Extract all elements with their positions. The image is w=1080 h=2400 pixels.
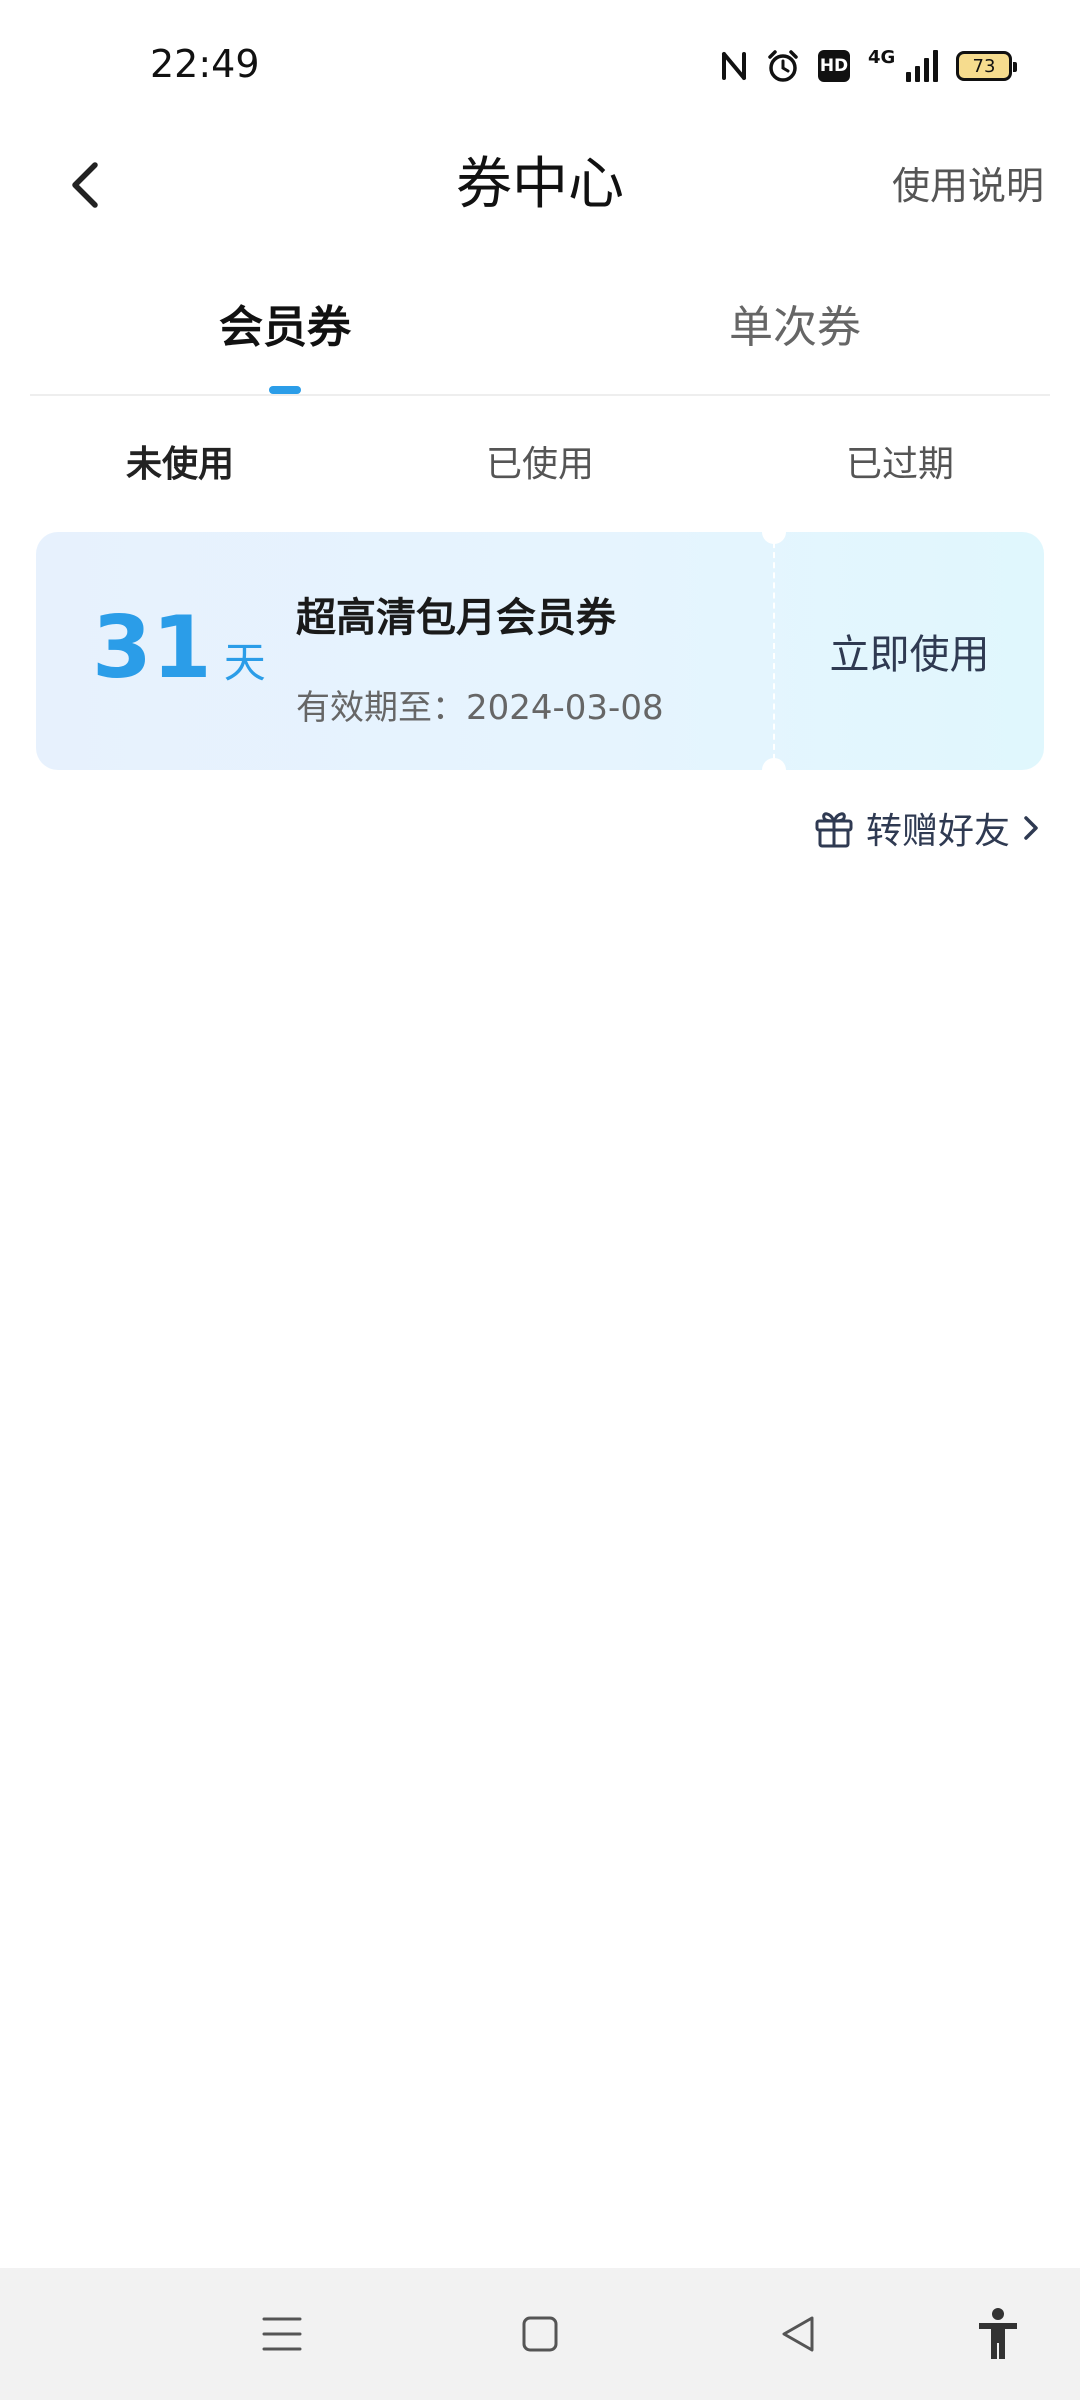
menu-button[interactable] [252,2304,312,2364]
status-bar: 22:49 HD 4G 73 [0,0,1080,130]
active-tab-indicator [269,386,301,394]
gift-icon [815,812,853,848]
signal-icon [906,50,938,82]
gift-to-friend-link[interactable]: 转赠好友 [812,800,1042,856]
network-4g-icon: 4G [868,49,895,83]
coupon-info: 31 天 超高清包月会员券 有效期至：2024-03-08 [36,532,773,770]
sub-tab-expired[interactable]: 已过期 [720,430,1080,500]
tab-label: 单次券 [729,302,861,353]
status-icons: HD 4G 73 [720,46,1017,86]
home-icon [522,2316,558,2352]
sub-tabs: 未使用 已使用 已过期 [0,430,1080,500]
battery-level: 73 [972,55,996,77]
header-bar: 券中心 使用说明 [0,130,1080,240]
hd-icon: HD [818,50,850,82]
network-label: 4G [868,47,896,68]
battery-icon: 73 [956,51,1017,81]
home-button[interactable] [510,2304,570,2364]
chevron-right-icon [1024,816,1038,840]
menu-icon [262,2317,302,2351]
tab-member-coupons[interactable]: 会员券 [30,280,540,394]
tab-label: 会员券 [219,302,351,353]
accessibility-icon [979,2308,1017,2359]
sub-tab-used[interactable]: 已使用 [360,430,720,500]
sub-tab-unused[interactable]: 未使用 [0,430,360,500]
coupon-duration: 31 天 [92,598,266,698]
accessibility-button[interactable] [968,2304,1028,2364]
nfc-icon [720,50,748,82]
status-time: 22:49 [150,42,260,86]
coupon-name: 超高清包月会员券 [296,595,616,641]
coupon-card: 31 天 超高清包月会员券 有效期至：2024-03-08 立即使用 [36,532,1044,770]
use-now-button[interactable]: 立即使用 [775,532,1044,770]
back-triangle-icon [782,2316,814,2352]
back-nav-button[interactable] [768,2304,828,2364]
coupon-days-number: 31 [92,598,212,698]
coupon-days-unit: 天 [223,638,266,687]
alarm-icon [766,49,800,83]
main-tabs: 会员券 单次券 [30,280,1050,396]
gift-label: 转赠好友 [865,811,1010,852]
usage-instructions-link[interactable]: 使用说明 [892,158,1044,214]
coupon-center-page: 22:49 HD 4G 73 券中心 使用说明 会员券 单次券 未使用 已使用 … [0,0,1080,2400]
coupon-expiry: 有效期至：2024-03-08 [296,688,664,728]
system-nav-bar [0,2268,1080,2400]
tab-single-coupons[interactable]: 单次券 [540,280,1050,394]
